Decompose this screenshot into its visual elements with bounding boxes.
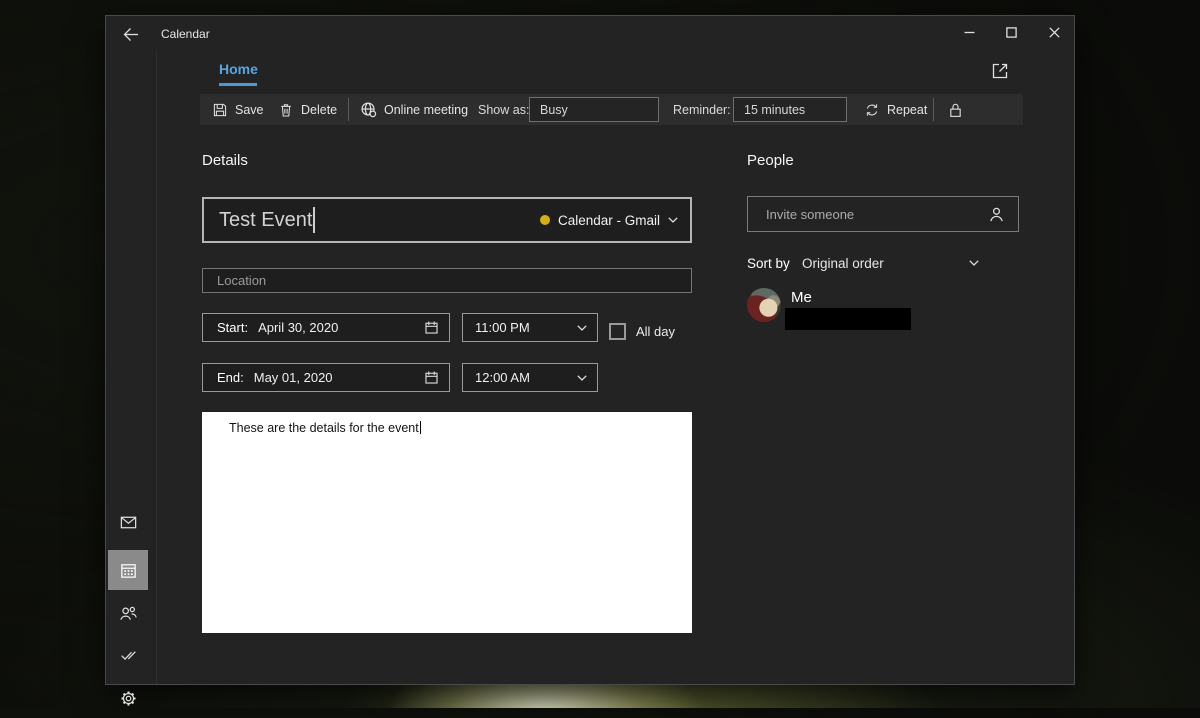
event-name-field[interactable]: Test Event Calendar - Gmail <box>202 197 692 243</box>
repeat-label: Repeat <box>887 103 927 117</box>
calendar-glyph-icon <box>423 319 440 336</box>
text-caret <box>313 207 315 233</box>
location-field <box>202 268 692 293</box>
chevron-down-icon <box>577 325 587 331</box>
people-heading: People <box>747 152 794 169</box>
all-day-toggle[interactable]: All day <box>609 323 675 340</box>
toolbar-separator <box>348 98 349 121</box>
text-caret <box>420 421 421 434</box>
delete-label: Delete <box>301 103 337 117</box>
calendar-glyph-icon <box>423 369 440 386</box>
command-toolbar: Save Delete Online mee <box>200 94 1023 125</box>
attendee-row-me[interactable]: Me <box>747 288 1019 338</box>
sort-by-row: Sort by Original order <box>747 255 1019 275</box>
calendar-selector-label: Calendar - Gmail <box>558 213 660 228</box>
maximize-icon <box>1006 27 1017 38</box>
minimize-icon <box>964 27 975 38</box>
end-date-value: May 01, 2020 <box>254 370 333 385</box>
rail-item-settings[interactable] <box>108 678 148 718</box>
calendar-selector[interactable]: Calendar - Gmail <box>540 213 678 228</box>
invite-field <box>747 196 1019 232</box>
repeat-button[interactable]: Repeat <box>864 94 927 125</box>
toolbar-separator <box>933 98 934 121</box>
calendar-app-window: Calendar Home <box>105 15 1075 685</box>
sort-by-label: Sort by <box>747 256 790 271</box>
back-button[interactable] <box>116 22 144 46</box>
end-date-picker[interactable]: End: May 01, 2020 <box>202 363 450 392</box>
all-day-checkbox[interactable] <box>609 323 626 340</box>
chevron-down-icon <box>577 375 587 381</box>
back-arrow-icon <box>122 27 139 42</box>
rail-item-todo[interactable] <box>108 635 148 675</box>
avatar <box>747 288 781 322</box>
attendee-name: Me <box>791 289 812 306</box>
window-title: Calendar <box>161 27 210 41</box>
gear-icon <box>119 689 138 708</box>
save-icon <box>212 102 228 118</box>
save-button[interactable]: Save <box>212 94 264 125</box>
end-label: End: <box>217 370 244 385</box>
lock-icon <box>947 101 964 119</box>
start-date-picker[interactable]: Start: April 30, 2020 <box>202 313 450 342</box>
details-heading: Details <box>202 152 248 169</box>
event-description-editor[interactable]: These are the details for the event <box>202 412 692 633</box>
repeat-icon <box>864 102 880 118</box>
event-description-text: These are the details for the event <box>229 421 419 435</box>
chevron-down-icon <box>668 217 678 223</box>
save-label: Save <box>235 103 264 117</box>
mail-icon <box>119 513 138 532</box>
trash-icon <box>278 102 294 118</box>
attendee-email-redacted <box>785 308 911 330</box>
location-input[interactable] <box>203 269 705 292</box>
open-in-new-window-button[interactable] <box>984 56 1016 86</box>
reminder-combobox[interactable]: 15 minutes <box>733 97 847 122</box>
online-meeting-button[interactable]: Online meeting <box>360 94 468 125</box>
close-button[interactable] <box>1034 18 1074 46</box>
rail-item-calendar[interactable] <box>108 550 148 590</box>
invite-input[interactable] <box>748 196 988 232</box>
titlebar: Calendar <box>106 16 1074 52</box>
people-icon <box>119 604 138 623</box>
start-date-value: April 30, 2020 <box>258 320 338 335</box>
double-check-icon <box>119 646 138 665</box>
calendar-app-icon <box>119 561 138 580</box>
start-label: Start: <box>217 320 248 335</box>
online-meeting-label: Online meeting <box>384 103 468 117</box>
sort-order-dropdown[interactable]: Original order <box>802 256 884 271</box>
end-time-combobox[interactable]: 12:00 AM <box>462 363 598 392</box>
tab-home[interactable]: Home <box>219 61 258 86</box>
left-navigation-rail <box>106 52 157 684</box>
chevron-down-icon[interactable] <box>969 260 979 266</box>
open-in-new-window-icon <box>990 61 1010 81</box>
show-as-combobox[interactable]: Busy <box>529 97 659 122</box>
start-time-value: 11:00 PM <box>475 320 530 335</box>
person-icon <box>988 206 1005 223</box>
show-as-value: Busy <box>540 103 568 117</box>
tab-home-underline <box>219 83 257 86</box>
maximize-button[interactable] <box>991 18 1031 46</box>
close-icon <box>1049 27 1060 38</box>
all-day-label: All day <box>636 324 675 339</box>
rail-item-mail[interactable] <box>108 502 148 542</box>
event-name-value: Test Event <box>219 209 312 232</box>
reminder-label: Reminder: <box>673 94 731 125</box>
start-time-combobox[interactable]: 11:00 PM <box>462 313 598 342</box>
globe-meeting-icon <box>360 101 377 118</box>
show-as-label: Show as: <box>478 94 529 125</box>
end-time-value: 12:00 AM <box>475 370 530 385</box>
rail-item-people[interactable] <box>108 593 148 633</box>
minimize-button[interactable] <box>949 18 989 46</box>
private-lock-button[interactable] <box>947 94 964 125</box>
calendar-color-dot <box>540 215 550 225</box>
reminder-value: 15 minutes <box>744 103 805 117</box>
delete-button[interactable]: Delete <box>278 94 337 125</box>
tab-home-label: Home <box>219 61 258 77</box>
